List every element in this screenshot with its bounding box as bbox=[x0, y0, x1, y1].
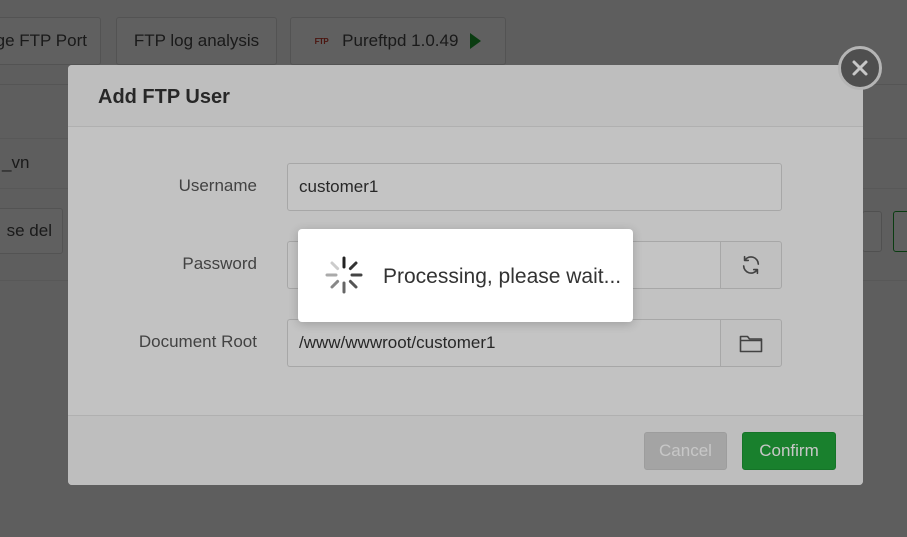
document-root-row: Document Root bbox=[68, 319, 863, 367]
refresh-icon bbox=[742, 255, 760, 275]
document-root-input[interactable] bbox=[287, 319, 721, 367]
close-dialog-button[interactable] bbox=[838, 46, 882, 90]
username-input[interactable] bbox=[287, 163, 782, 211]
loading-message: Processing, please wait... bbox=[383, 265, 622, 288]
dialog-header: Add FTP User bbox=[68, 65, 863, 127]
document-root-label: Document Root bbox=[138, 332, 257, 351]
password-label: Password bbox=[182, 254, 257, 273]
dialog-title: Add FTP User bbox=[98, 86, 230, 108]
browse-folder-button[interactable] bbox=[720, 319, 782, 367]
dialog-footer: Cancel Confirm bbox=[68, 415, 863, 485]
close-icon bbox=[852, 60, 868, 76]
folder-icon bbox=[739, 335, 763, 353]
cancel-button[interactable]: Cancel bbox=[644, 432, 727, 470]
confirm-button[interactable]: Confirm bbox=[742, 432, 836, 470]
username-row: Username bbox=[68, 163, 863, 211]
loading-popup: Processing, please wait... bbox=[298, 229, 633, 322]
generate-password-button[interactable] bbox=[720, 241, 782, 289]
spinner-icon bbox=[325, 256, 363, 294]
username-label: Username bbox=[178, 176, 257, 195]
